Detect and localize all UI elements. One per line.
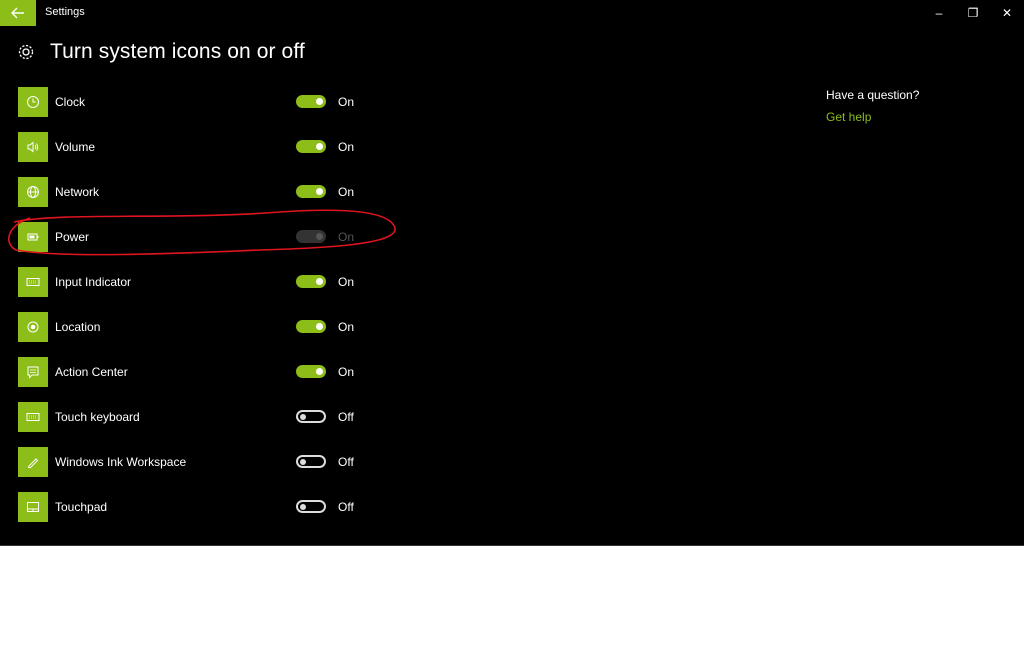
toggle-knob — [316, 233, 323, 240]
network-icon — [18, 177, 48, 207]
list-item: Network On — [18, 177, 398, 222]
close-icon: ✕ — [1001, 6, 1013, 20]
item-label-input-indicator: Input Indicator — [55, 275, 132, 289]
item-label-touch-keyboard: Touch keyboard — [55, 410, 140, 424]
minimize-icon: – — [935, 6, 943, 20]
toggle-state-volume: On — [338, 140, 355, 154]
page-title: Turn system icons on or off — [50, 40, 305, 63]
toggle-state-touch-keyboard: Off — [338, 410, 354, 424]
toggle-state-network: On — [338, 185, 355, 199]
keyboard-icon — [18, 402, 48, 432]
list-item: Windows Ink Workspace Off — [18, 447, 398, 492]
toggle-knob — [316, 98, 323, 105]
clock-icon — [18, 87, 48, 117]
item-label-touchpad: Touchpad — [55, 500, 108, 514]
toggle-knob — [316, 143, 323, 150]
toggle-touchpad[interactable] — [296, 500, 326, 513]
action-center-icon — [18, 357, 48, 387]
help-panel: Have a question? Get help — [826, 88, 919, 124]
keyboard-icon — [18, 267, 48, 297]
toggle-state-clock: On — [338, 95, 355, 109]
close-button[interactable]: ✕ — [990, 0, 1024, 26]
item-label-windows-ink-workspace: Windows Ink Workspace — [55, 455, 187, 469]
restore-button[interactable]: ❐ — [956, 0, 990, 26]
item-label-volume: Volume — [55, 140, 96, 154]
list-item: Power On — [18, 222, 398, 267]
toggle-knob — [316, 323, 323, 330]
toggle-knob — [300, 503, 306, 510]
toggle-input-indicator[interactable] — [296, 275, 326, 288]
arrow-left-icon — [11, 7, 24, 19]
title-bar: Settings – ❐ ✕ — [0, 0, 1024, 26]
toggle-state-input-indicator: On — [338, 275, 355, 289]
list-item: Action Center On — [18, 357, 398, 402]
toggle-state-touchpad: Off — [338, 500, 354, 514]
get-help-link[interactable]: Get help — [826, 110, 919, 124]
toggle-knob — [316, 278, 323, 285]
settings-window: Settings – ❐ ✕ Turn system icons on or o… — [0, 0, 1024, 546]
toggle-action-center[interactable] — [296, 365, 326, 378]
toggle-state-location: On — [338, 320, 355, 334]
list-item: Touch keyboard Off — [18, 402, 398, 447]
toggle-state-power: On — [338, 230, 355, 244]
list-item: Clock On — [18, 87, 398, 132]
location-icon — [18, 312, 48, 342]
toggle-knob — [300, 413, 306, 420]
list-item: Input Indicator On — [18, 267, 398, 312]
toggle-windows-ink-workspace[interactable] — [296, 455, 326, 468]
restore-icon: ❐ — [967, 6, 979, 20]
minimize-button[interactable]: – — [922, 0, 956, 26]
item-label-action-center: Action Center — [55, 365, 128, 379]
toggle-knob — [316, 368, 323, 375]
list-item: Volume On — [18, 132, 398, 177]
item-label-clock: Clock — [55, 95, 86, 109]
toggle-power — [296, 230, 326, 243]
toggle-volume[interactable] — [296, 140, 326, 153]
volume-icon — [18, 132, 48, 162]
touchpad-icon — [18, 492, 48, 522]
toggle-touch-keyboard[interactable] — [296, 410, 326, 423]
help-question: Have a question? — [826, 88, 920, 102]
window-title: Settings — [45, 6, 85, 18]
toggle-knob — [316, 188, 323, 195]
list-item: Touchpad Off — [18, 492, 398, 537]
item-label-location: Location — [55, 320, 101, 334]
toggle-knob — [300, 458, 306, 465]
item-label-power: Power — [55, 230, 90, 244]
list-item: Location On — [18, 312, 398, 357]
pen-icon — [18, 447, 48, 477]
gear-icon — [17, 43, 35, 61]
battery-icon — [18, 222, 48, 252]
page-header: Turn system icons on or off — [17, 40, 305, 64]
system-icons-list: Clock On Volume On Network On Power On Input Ind… — [18, 87, 398, 537]
toggle-state-action-center: On — [338, 365, 355, 379]
toggle-location[interactable] — [296, 320, 326, 333]
toggle-clock[interactable] — [296, 95, 326, 108]
item-label-network: Network — [55, 185, 100, 199]
back-button[interactable] — [0, 0, 36, 26]
toggle-network[interactable] — [296, 185, 326, 198]
toggle-state-windows-ink-workspace: Off — [338, 455, 354, 469]
